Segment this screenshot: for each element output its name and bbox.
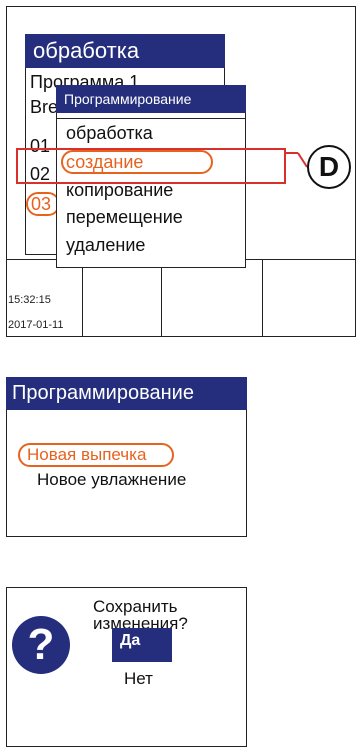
program-list-item[interactable]: 03 [31, 194, 51, 215]
status-date: 2017-01-11 [8, 319, 64, 331]
program-list-item[interactable]: Bre [30, 97, 58, 118]
popup-title: Программирование [56, 85, 246, 113]
question-icon: ? [12, 616, 70, 674]
menu-item-processing[interactable]: обработка [66, 123, 153, 144]
yes-button[interactable]: Да [112, 628, 172, 662]
status-cell-divider [262, 259, 263, 337]
status-cell-divider [161, 259, 162, 337]
menu-item-move[interactable]: перемещение [66, 207, 183, 228]
processing-window-title: обработка [25, 34, 225, 68]
callout-d-label: D [307, 145, 351, 189]
menu-item-new-baking[interactable]: Новая выпечка [27, 445, 146, 465]
no-button[interactable]: Нет [124, 669, 153, 689]
menu-item-new-humidification[interactable]: Новое увлажнение [37, 470, 186, 490]
programming-screen-title: Программирование [6, 377, 247, 410]
popup-divider [56, 118, 246, 119]
status-cell-divider [82, 259, 83, 337]
status-time: 15:32:15 [8, 294, 51, 306]
callout-highlight-box [16, 148, 286, 184]
menu-item-delete[interactable]: удаление [66, 235, 145, 256]
